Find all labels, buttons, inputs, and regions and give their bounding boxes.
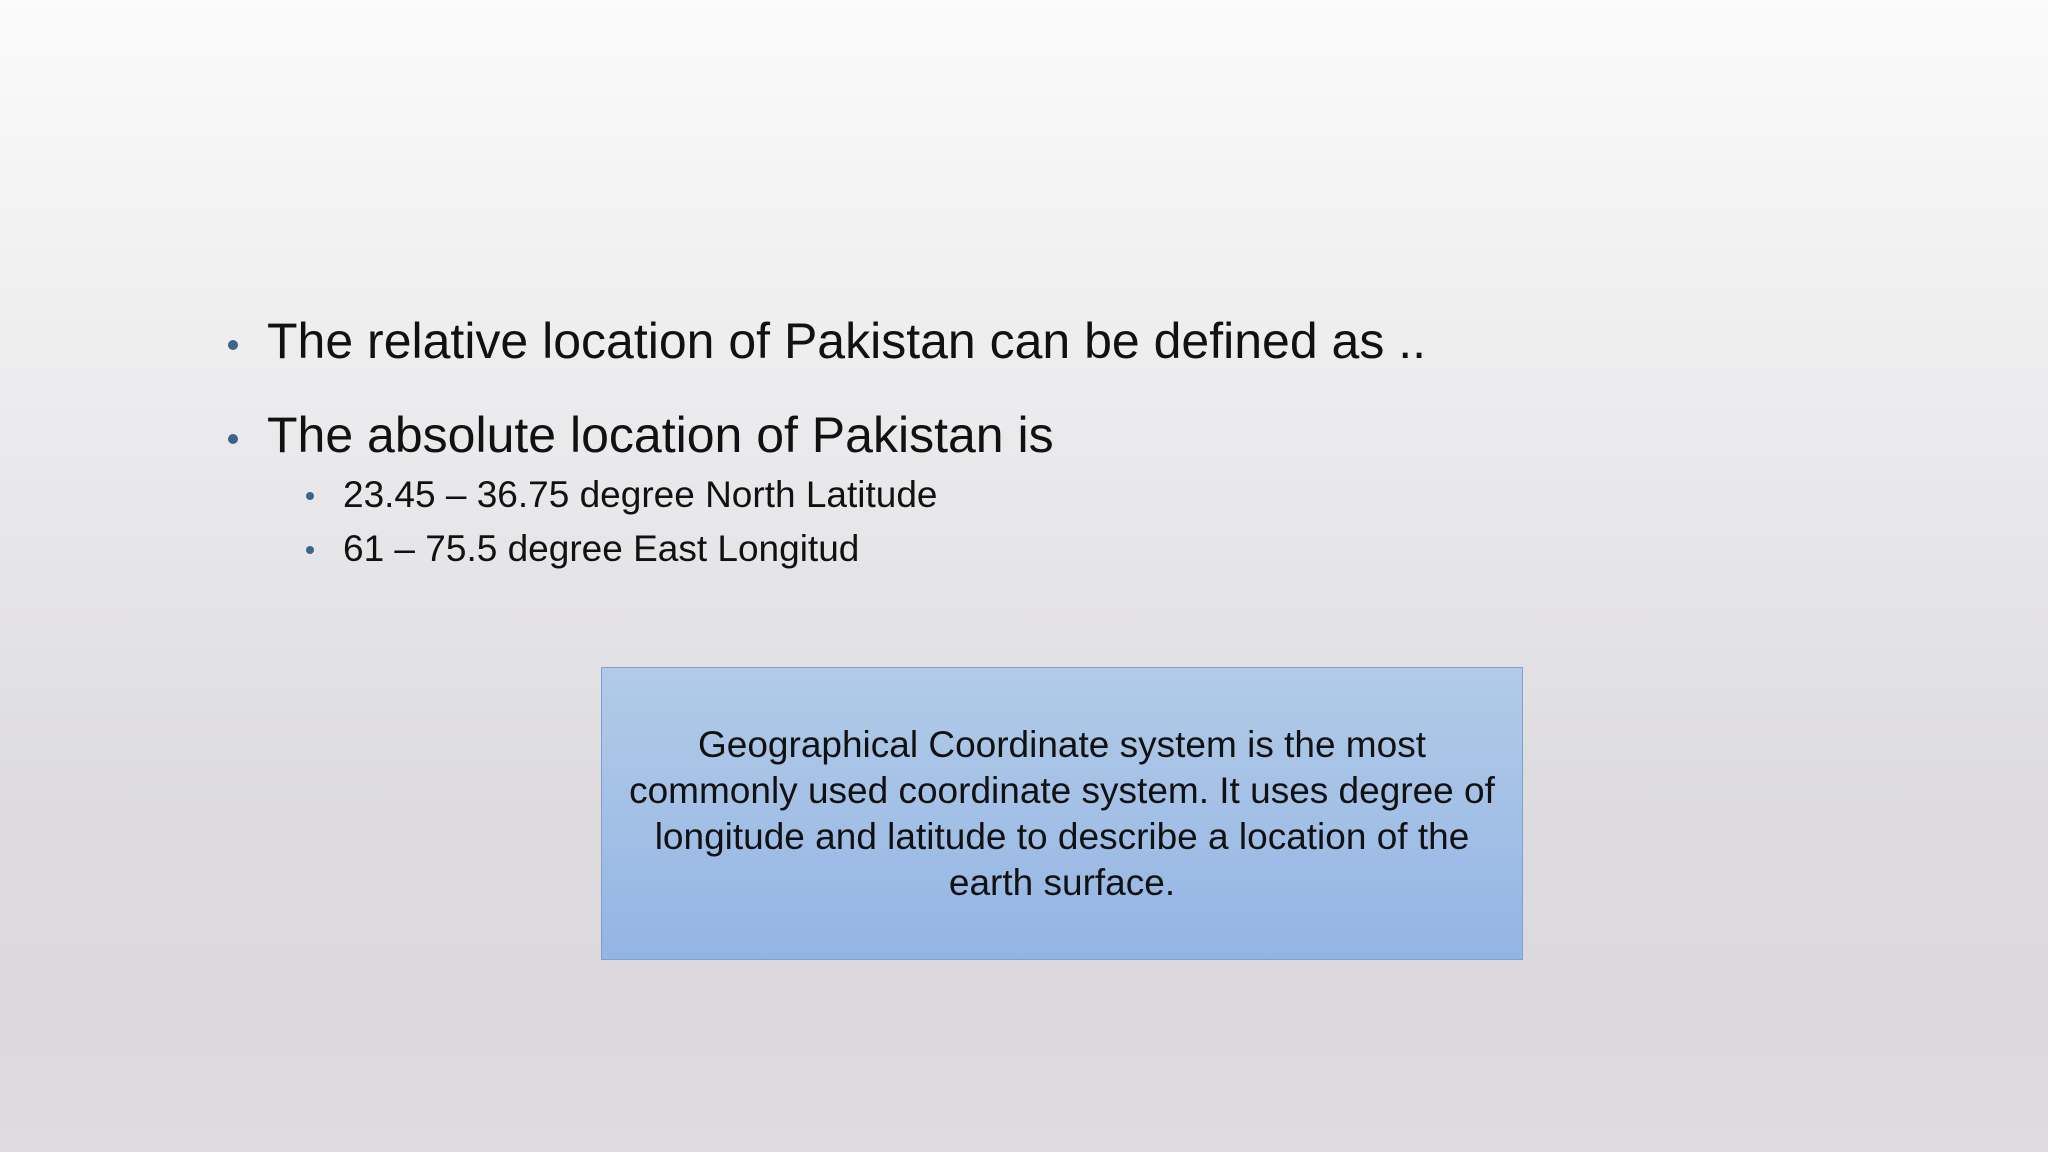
info-box-text: Geographical Coordinate system is the mo… (629, 723, 1495, 903)
slide: The relative location of Pakistan can be… (0, 0, 2048, 1152)
sub-bullet-item-longitude: 61 – 75.5 degree East Longitud (222, 524, 1822, 578)
bullet-text: The relative location of Pakistan can be… (267, 313, 1427, 369)
sub-bullet-dot-icon (306, 492, 314, 500)
bullet-list: The relative location of Pakistan can be… (222, 304, 1822, 578)
info-box: Geographical Coordinate system is the mo… (601, 667, 1523, 960)
bullet-text: The absolute location of Pakistan is (267, 407, 1054, 463)
bullet-dot-icon (228, 434, 238, 444)
bullet-dot-icon (228, 340, 238, 350)
bullet-item-relative-location: The relative location of Pakistan can be… (222, 304, 1822, 398)
sub-bullet-item-latitude: 23.45 – 36.75 degree North Latitude (222, 470, 1822, 524)
sub-bullet-text: 23.45 – 36.75 degree North Latitude (343, 474, 938, 515)
bullet-item-absolute-location: The absolute location of Pakistan is (222, 398, 1822, 463)
sub-bullet-dot-icon (306, 546, 314, 554)
sub-bullet-text: 61 – 75.5 degree East Longitud (343, 528, 860, 569)
